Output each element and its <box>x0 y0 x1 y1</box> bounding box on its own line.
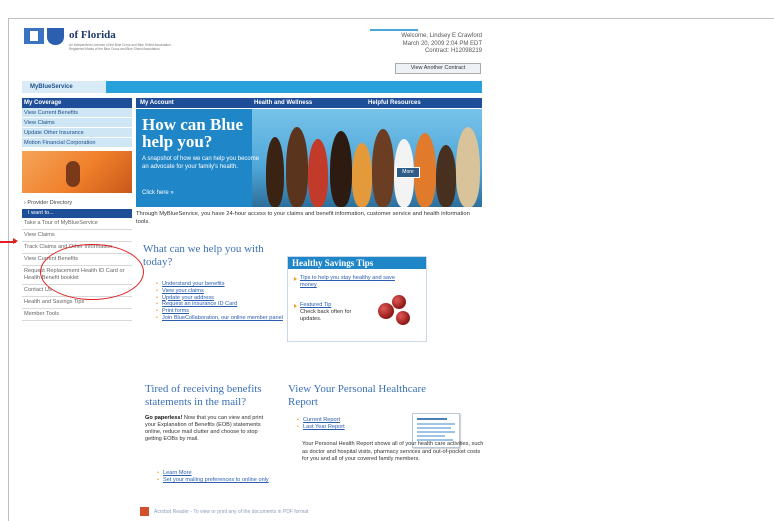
quick-links-heading: I want to... <box>22 209 132 218</box>
link-request-id-card[interactable]: Request an insurance ID Card <box>156 301 291 308</box>
hero-text: A snapshot of how we can help you become… <box>142 156 260 170</box>
blue-cross-logo-icon <box>24 28 44 44</box>
quick-link-member-tools[interactable]: Member Tools <box>22 309 132 321</box>
sidebar-item-financial-corporation[interactable]: Motion Financial Corporation <box>22 138 132 148</box>
brand-name: of Florida <box>69 29 116 41</box>
nav-my-account[interactable]: My Account <box>140 98 174 108</box>
nav-my-coverage[interactable]: My Coverage <box>22 98 132 108</box>
sidebar-item-view-current-benefits[interactable]: View Current Benefits <box>22 108 132 118</box>
intro-text: Through MyBlueService, you have 24-hour … <box>136 211 470 225</box>
featured-tip-link[interactable]: Featured Tip <box>300 302 360 309</box>
cherry-image-icon <box>378 303 394 319</box>
provider-directory-label: Provider Directory <box>27 200 73 206</box>
featured-arrow-icon <box>294 304 297 308</box>
hero-title: How can Blue help you? <box>142 115 244 151</box>
link-view-claims[interactable]: View your claims <box>156 288 291 295</box>
report-links: Current Report Last Year Report <box>297 417 387 431</box>
link-last-year-report[interactable]: Last Year Report <box>297 424 387 431</box>
report-description: Your Personal Health Report shows all of… <box>302 441 484 462</box>
welcome-line: Welcome, Lindsey E Crawford <box>401 33 482 39</box>
link-update-address[interactable]: Update your address <box>156 295 291 302</box>
annotation-arrow <box>0 238 18 244</box>
hero-click-here-link[interactable]: Click here » <box>142 190 174 196</box>
cherry-image-icon <box>392 295 406 309</box>
link-print-forms[interactable]: Print forms <box>156 308 291 315</box>
acrobat-reader-note[interactable]: Acrobat Reader - To view or print any of… <box>154 509 474 515</box>
hero-banner[interactable]: More How can Blue help you? A snapshot o… <box>136 109 482 207</box>
healthy-savings-tips-box: Healthy Savings Tips Tips to help you st… <box>287 256 427 342</box>
link-learn-more[interactable]: Learn More <box>157 470 277 477</box>
main-nav: My Account Health and Wellness Helpful R… <box>136 98 482 108</box>
brand-bar: MyBlueService <box>22 81 482 93</box>
what-can-we-help-heading: What can we help you with today? <box>143 243 264 268</box>
contract-number: Contract: H12098219 <box>424 48 482 54</box>
nav-helpful-resources[interactable]: Helpful Resources <box>368 98 421 108</box>
tips-link[interactable]: Tips to help you stay healthy and save m… <box>294 275 412 289</box>
sidebar-photo <box>22 151 132 193</box>
nav-health-wellness[interactable]: Health and Wellness <box>254 98 312 108</box>
cherry-image-icon <box>396 311 410 325</box>
link-set-mailing-preferences[interactable]: Set your mailing preferences to online o… <box>157 477 277 484</box>
family-photo: More <box>252 109 482 207</box>
go-paperless-lead: Go paperless! <box>145 415 183 421</box>
welcome-accent-bar <box>370 29 418 31</box>
featured-tip-text: Check back often for updates. <box>300 308 352 322</box>
more-badge[interactable]: More <box>396 167 420 178</box>
brand-disclaimer: An Independent Licensee of the Blue Cros… <box>69 43 172 51</box>
logo[interactable]: of Florida An Independent Licensee of th… <box>24 28 224 68</box>
mybluservice-page: of Florida An Independent Licensee of th… <box>22 18 484 521</box>
link-understand-benefits[interactable]: Understand your benefits <box>156 281 291 288</box>
datetime: March 20, 2009 2:04 PM EDT <box>402 40 482 47</box>
link-join-bluecollaboration[interactable]: Join BlueCollaboration, our online membe… <box>156 315 291 322</box>
pdf-icon <box>140 507 149 516</box>
tired-of-statements-heading: Tired of receiving benefits statements i… <box>145 383 262 408</box>
welcome-block: Welcome, Lindsey E Crawford March 20, 20… <box>370 33 482 56</box>
personal-healthcare-report-heading: View Your Personal Healthcare Report <box>288 383 427 408</box>
healthy-savings-tips-heading: Healthy Savings Tips <box>288 257 426 269</box>
what-can-we-help-links: Understand your benefits View your claim… <box>156 281 291 322</box>
sidebar-item-view-claims[interactable]: View Claims <box>22 118 132 128</box>
paperless-links: Learn More Set your mailing preferences … <box>157 470 277 484</box>
view-another-contract-button[interactable]: View Another Contract <box>395 63 481 74</box>
provider-directory-link[interactable]: › Provider Directory <box>22 200 132 206</box>
blue-shield-logo-icon <box>47 28 64 45</box>
quick-link-view-claims[interactable]: View Claims <box>22 230 132 242</box>
go-paperless-text: Go paperless! Now that you can view and … <box>145 415 272 443</box>
tab-mybluservice[interactable]: MyBlueService <box>22 81 106 93</box>
sidebar-item-update-other-insurance[interactable]: Update Other Insurance <box>22 128 132 138</box>
link-current-report[interactable]: Current Report <box>297 417 387 424</box>
featured-tip: Featured Tip Check back often for update… <box>300 302 360 322</box>
annotation-ellipse <box>40 244 144 300</box>
quick-link-take-tour[interactable]: Take a Tour of MyBlueService <box>22 218 132 230</box>
